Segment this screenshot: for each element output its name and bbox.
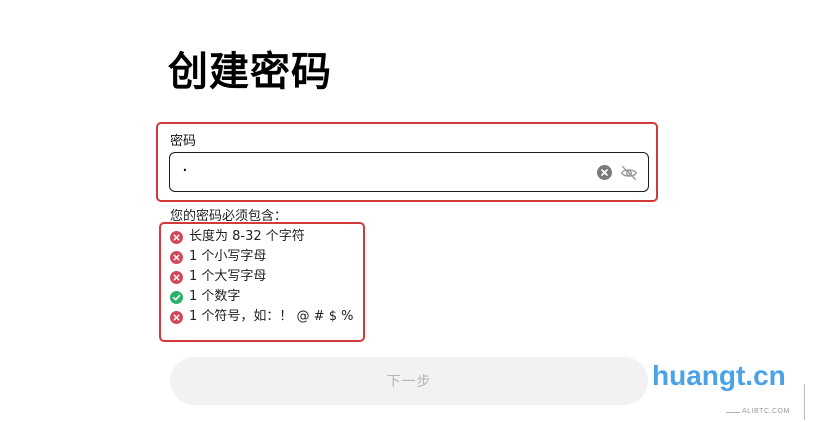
page-title: 创建密码 [168,49,332,95]
create-password-page: 创建密码 密码 · 您的密码必须包含： 长度为 8-32 个字符 1 个小写字母 [0,0,816,422]
requirement-text: 长度为 8-32 个字符 [189,229,305,244]
clear-circle-icon[interactable] [597,165,612,180]
requirement-item: 1 个大写字母 [170,268,266,286]
unmet-x-icon [170,270,183,284]
requirement-text: 1 个数字 [189,289,241,304]
watermark-text: huangt.cn [652,360,786,391]
requirement-text: 1 个小写字母 [189,249,267,264]
watermark-subtext: ALIBTC.COM [742,408,790,415]
requirement-text: 1 个符号，如：！ @ # $ % [189,309,354,324]
requirement-item: 1 个小写字母 [170,248,266,266]
requirement-item: 长度为 8-32 个字符 [170,228,305,246]
password-field[interactable]: · [169,152,649,192]
password-label: 密码 [170,134,197,149]
next-button[interactable]: 下一步 [170,357,648,405]
watermark-divider [726,412,740,413]
unmet-x-icon [170,230,183,244]
met-check-icon [170,290,183,304]
unmet-x-icon [170,310,183,324]
password-value[interactable]: · [182,160,188,182]
eye-off-icon[interactable] [620,164,638,182]
watermark-seal [804,384,816,420]
requirement-item: 1 个符号，如：！ @ # $ % [170,308,353,326]
requirement-item: 1 个数字 [170,288,240,306]
unmet-x-icon [170,250,183,264]
requirement-text: 1 个大写字母 [189,269,267,284]
